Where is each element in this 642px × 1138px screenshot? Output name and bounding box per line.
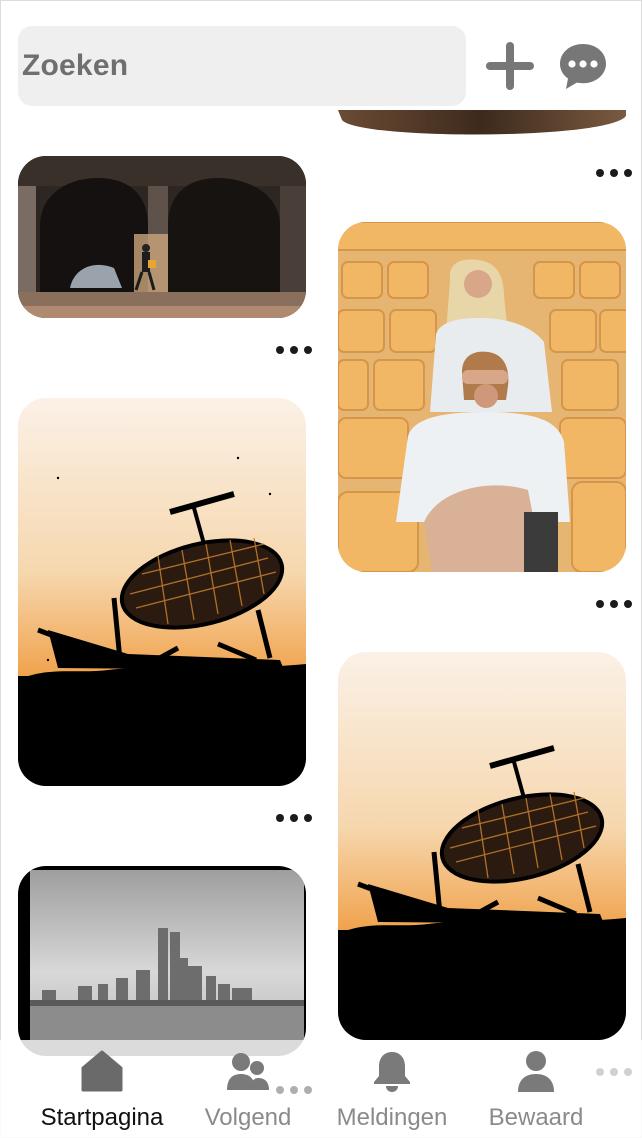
pin-skyline[interactable] [18, 866, 306, 1056]
pin-stadium[interactable] [338, 222, 626, 572]
chat-bubble-icon[interactable] [557, 40, 609, 92]
nav-item-following[interactable]: Volgend [178, 1040, 318, 1138]
bell-icon [374, 1052, 410, 1092]
more-horizontal-icon[interactable] [596, 598, 632, 610]
bottom-navigation-bar: Startpagina Volgend Meldingen Bewaard [0, 1040, 642, 1138]
home-icon [81, 1050, 123, 1092]
nav-item-saved[interactable]: Bewaard [466, 1040, 606, 1138]
more-horizontal-icon[interactable] [276, 344, 312, 356]
search-placeholder: Zoeken [22, 49, 129, 82]
pin-radar-right[interactable] [338, 652, 626, 1040]
nav-item-home[interactable]: Startpagina [22, 1040, 182, 1138]
nav-label-notifications: Meldingen [336, 1104, 448, 1131]
nav-item-notifications[interactable]: Meldingen [322, 1040, 462, 1138]
plus-icon[interactable] [484, 40, 536, 92]
pin-top-partial[interactable] [338, 110, 626, 142]
nav-label-home: Startpagina [40, 1104, 164, 1131]
nav-label-following: Volgend [204, 1104, 292, 1131]
search-input[interactable]: Zoeken [18, 26, 466, 106]
nav-label-saved: Bewaard [488, 1104, 584, 1131]
more-horizontal-icon[interactable] [276, 812, 312, 824]
profile-icon [518, 1051, 554, 1092]
pin-arcade[interactable] [18, 156, 306, 318]
more-horizontal-icon[interactable] [596, 167, 632, 179]
people-icon [227, 1053, 269, 1090]
pin-radar-left[interactable] [18, 398, 306, 786]
